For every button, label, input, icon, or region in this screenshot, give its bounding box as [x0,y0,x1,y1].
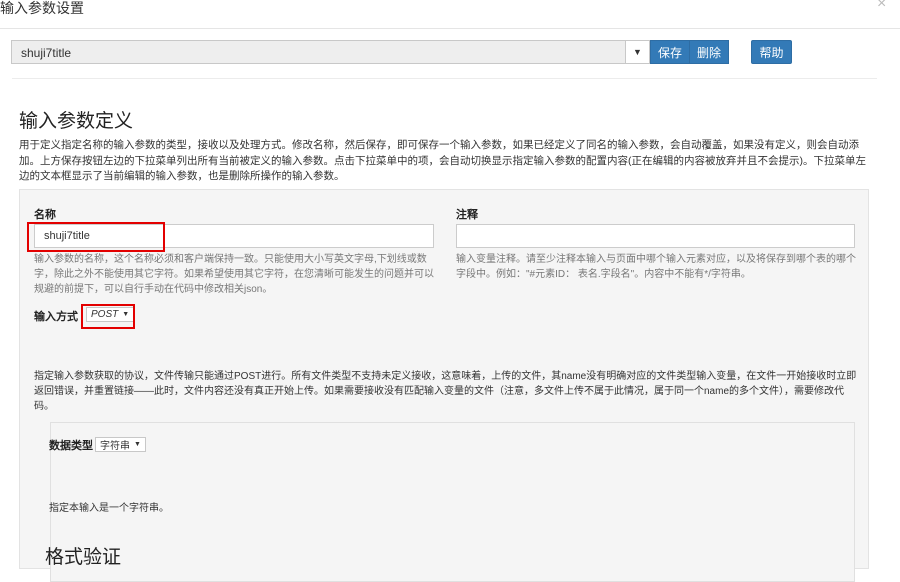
datatype-select[interactable]: 字符串 ▼ [95,437,146,452]
caret-down-icon: ▼ [633,47,642,57]
note-help-text: 输入变量注释。请至少注释本输入与页面中哪个输入元素对应，以及将保存到哪个表的哪个… [456,254,856,280]
name-highlight [27,222,165,252]
param-dropdown-toggle[interactable]: ▼ [625,40,650,64]
save-button[interactable]: 保存 [650,40,690,64]
note-label: 注释 [456,209,478,221]
caret-down-icon: ▼ [134,441,141,448]
section-description: 用于定义指定名称的输入参数的类型，接收以及处理方式。修改名称，然后保存，即可保存… [19,139,866,182]
method-highlight [81,304,135,329]
dialog-title: 输入参数设置 [0,0,84,16]
help-button[interactable]: 帮助 [751,40,792,64]
close-icon[interactable]: × [877,0,886,12]
param-name-display[interactable]: shuji7title [11,40,625,64]
name-label: 名称 [34,209,56,221]
method-help-text: 指定输入参数获取的协议，文件传输只能通过POST进行。所有文件类型不支持未定义接… [34,371,857,412]
name-help-text: 输入参数的名称，这个名称必须和客户端保持一致。只能使用大小写英文字母,下划线或数… [34,254,434,295]
note-input[interactable] [456,224,855,248]
datatype-value: 字符串 [100,441,130,452]
toolbar-divider [12,78,877,79]
delete-button[interactable]: 删除 [689,40,729,64]
validation-heading: 格式验证 [45,547,122,568]
datatype-panel: 数据类型 字符串 ▼ 指定本输入是一个字符串。 [49,422,855,582]
datatype-label: 数据类型 [49,440,93,452]
section-heading: 输入参数定义 [19,111,134,132]
title-divider [0,28,900,29]
datatype-help-text: 指定本输入是一个字符串。 [49,503,169,514]
method-label: 输入方式 [34,311,78,323]
param-form-panel: 名称 shuji7title 输入参数的名称，这个名称必须和客户端保持一致。只能… [19,189,869,582]
